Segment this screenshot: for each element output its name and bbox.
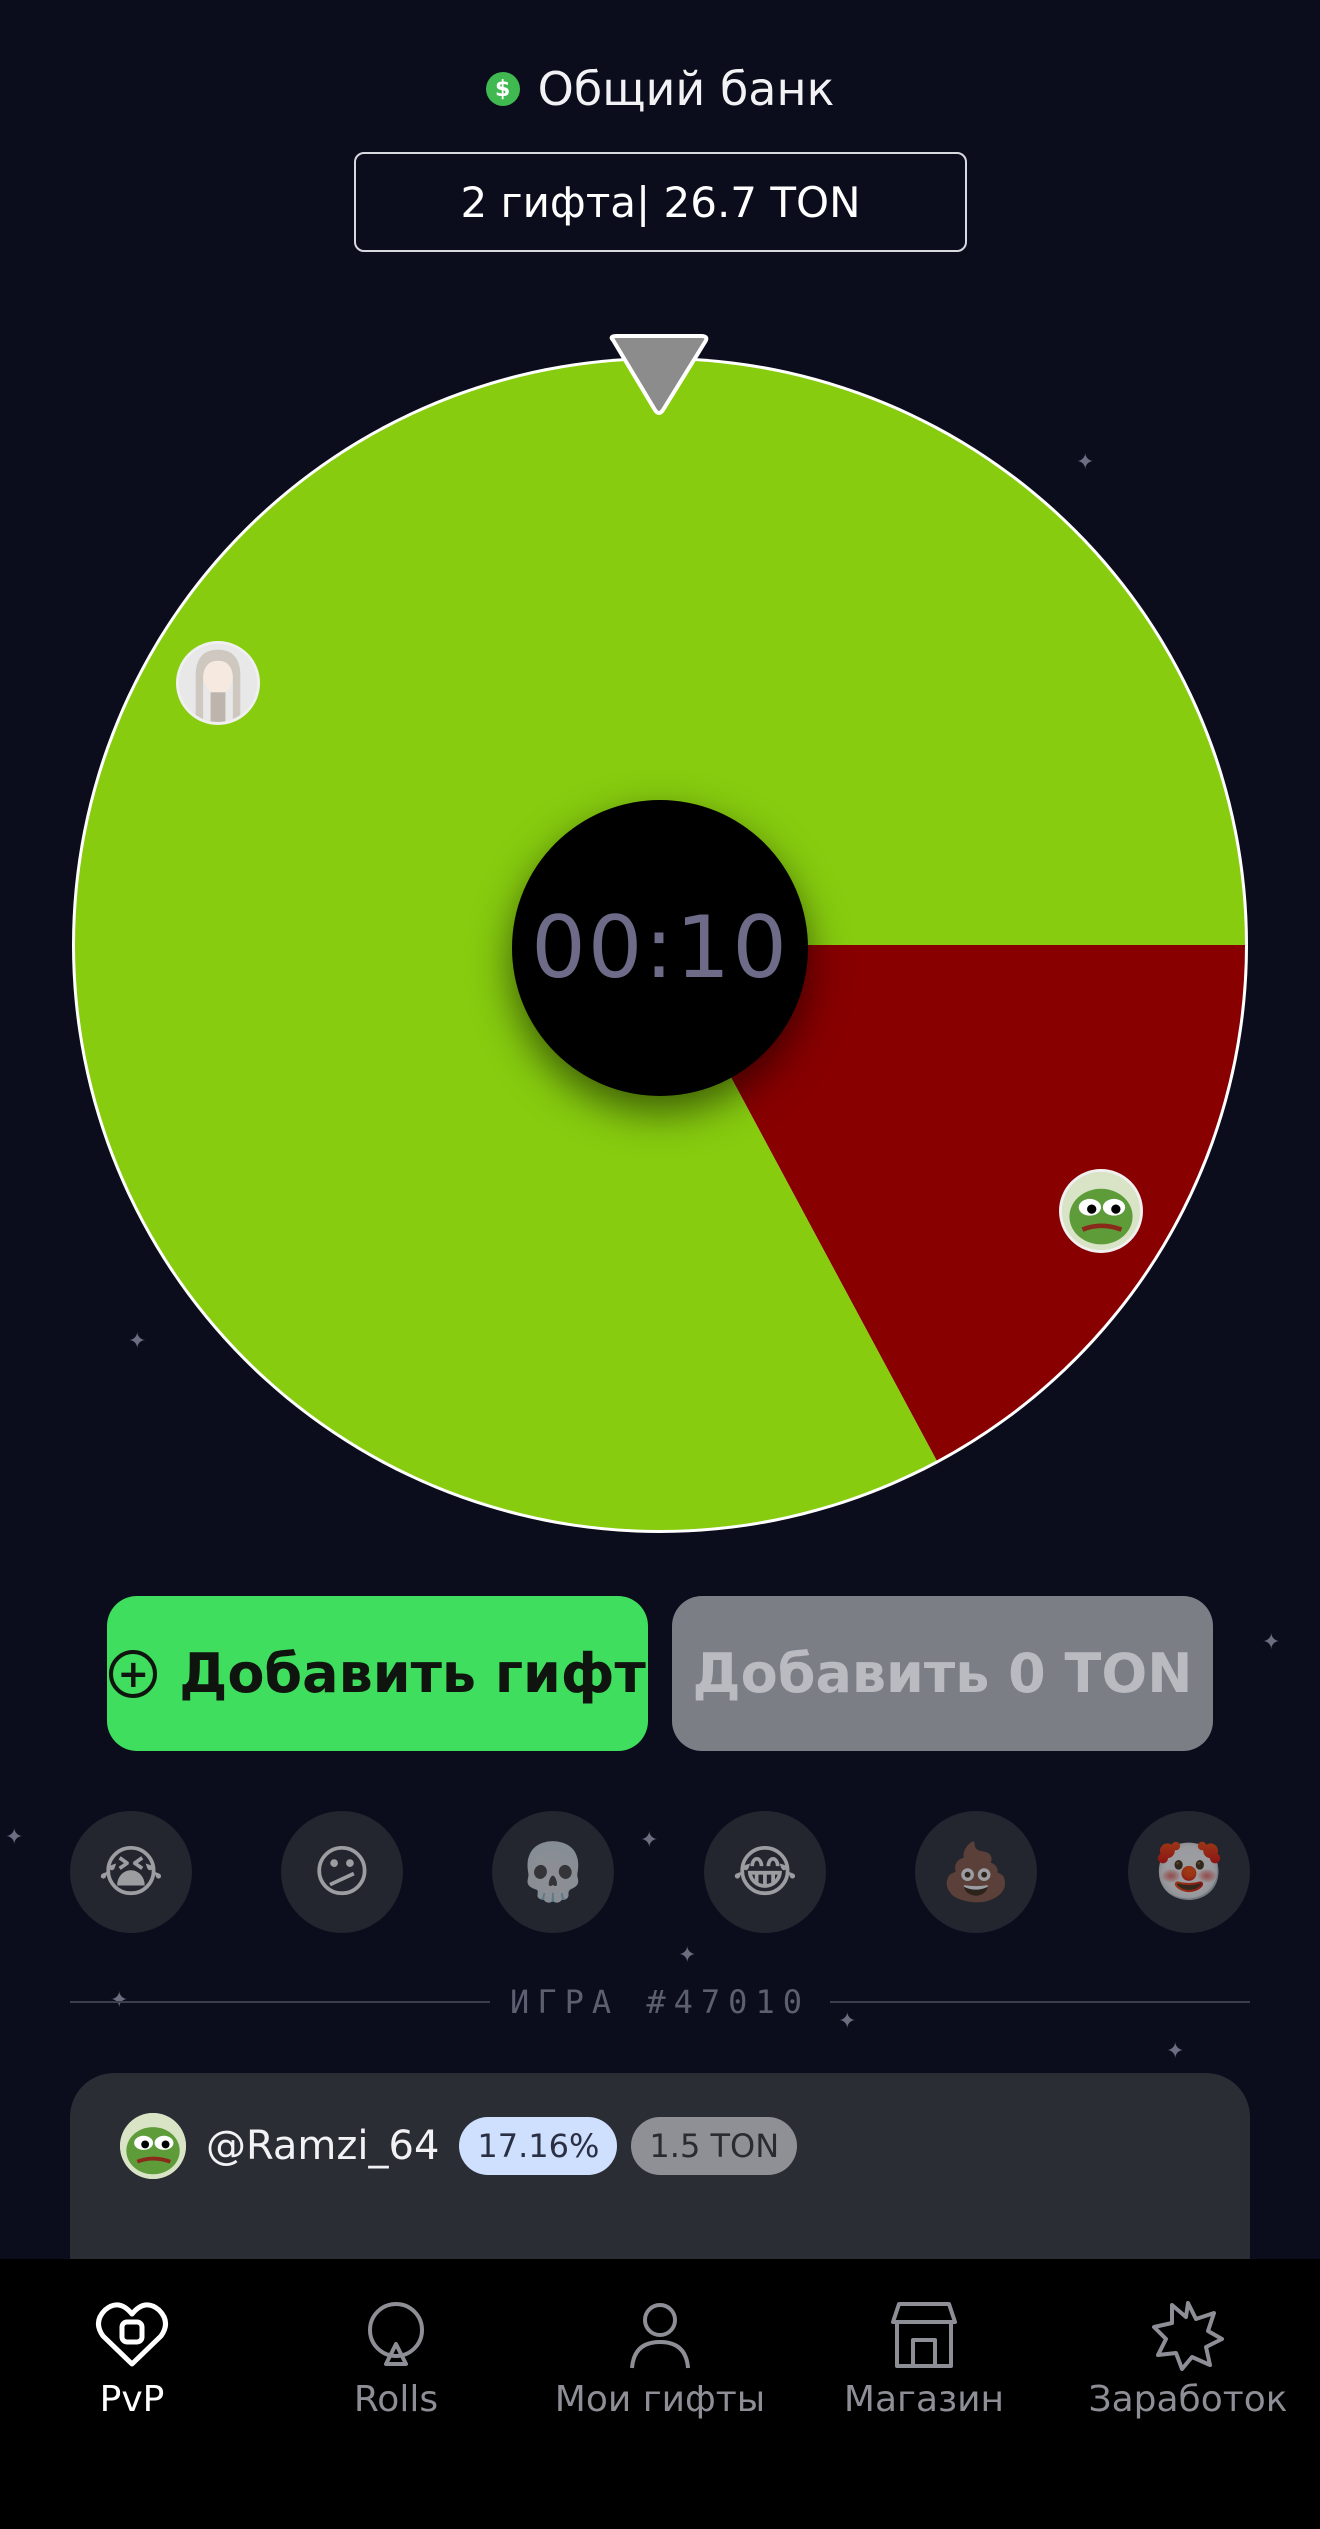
reaction-crying-button[interactable]: 😭 bbox=[70, 1811, 192, 1933]
player-name: @Ramzi_64 bbox=[206, 2123, 440, 2169]
bottom-nav: PvP Rolls Мои гифты Магазин Заработок bbox=[0, 2259, 1320, 2529]
nav-item-my-gifts[interactable]: Мои гифты bbox=[528, 2259, 792, 2529]
reaction-confused-button[interactable]: 😕 bbox=[281, 1811, 403, 1933]
nav-label: PvP bbox=[99, 2379, 165, 2420]
nav-label: Мои гифты bbox=[554, 2379, 766, 2420]
laughing-emoji-icon: 😂 bbox=[732, 1839, 798, 1905]
nav-label: Rolls bbox=[353, 2379, 439, 2420]
nav-label: Заработок bbox=[1088, 2379, 1288, 2420]
sparkle-icon: ✦ bbox=[1262, 1630, 1281, 1655]
shop-icon bbox=[884, 2297, 964, 2373]
reaction-laughing-button[interactable]: 😂 bbox=[704, 1811, 826, 1933]
win-chance-badge: 17.16% bbox=[459, 2117, 618, 2175]
bank-summary: 2 гифта| 26.7 TON bbox=[354, 152, 967, 252]
reaction-poop-button[interactable]: 💩 bbox=[915, 1811, 1037, 1933]
nav-item-pvp[interactable]: PvP bbox=[0, 2259, 264, 2529]
star-badge-icon bbox=[1148, 2297, 1228, 2373]
round-timer: 00:10 bbox=[512, 800, 808, 1096]
sparkle-icon: ✦ bbox=[1166, 2039, 1185, 2064]
reaction-row: 😭 😕 💀 😂 💩 🤡 bbox=[70, 1811, 1250, 1933]
person-icon bbox=[620, 2297, 700, 2373]
player-avatar-girl bbox=[176, 641, 260, 725]
player-row[interactable]: @Ramzi_64 17.16% 1.5 TON bbox=[120, 2113, 798, 2179]
add-ton-button[interactable]: Добавить 0 TON bbox=[672, 1596, 1213, 1751]
confused-emoji-icon: 😕 bbox=[312, 1839, 372, 1905]
reaction-skull-button[interactable]: 💀 bbox=[492, 1811, 614, 1933]
add-ton-label: Добавить 0 TON bbox=[692, 1642, 1193, 1705]
sparkle-icon: ✦ bbox=[5, 1825, 24, 1850]
add-gift-label: Добавить гифт bbox=[179, 1642, 646, 1705]
heart-icon bbox=[92, 2297, 172, 2373]
bank-title: Общий банк bbox=[537, 62, 835, 116]
nav-item-earnings[interactable]: Заработок bbox=[1056, 2259, 1320, 2529]
nav-item-shop[interactable]: Магазин bbox=[792, 2259, 1056, 2529]
roulette-icon bbox=[356, 2297, 436, 2373]
poop-emoji-icon: 💩 bbox=[941, 1840, 1011, 1905]
divider-line bbox=[70, 2001, 491, 2003]
reaction-clown-button[interactable]: 🤡 bbox=[1128, 1811, 1250, 1933]
wheel-pointer-icon bbox=[609, 334, 709, 415]
divider-line bbox=[829, 2001, 1251, 2003]
add-gift-button[interactable]: + Добавить гифт bbox=[107, 1596, 648, 1751]
bank-header: $ Общий банк bbox=[0, 62, 1320, 116]
clown-emoji-icon: 🤡 bbox=[1154, 1840, 1224, 1905]
player-avatar bbox=[120, 2113, 186, 2179]
dollar-icon: $ bbox=[485, 72, 520, 106]
plus-circle-icon: + bbox=[109, 1649, 158, 1698]
bet-amount-badge: 1.5 TON bbox=[631, 2117, 798, 2175]
sparkle-icon: ✦ bbox=[678, 1943, 697, 1968]
skull-emoji-icon: 💀 bbox=[518, 1840, 588, 1905]
player-avatar-pepe bbox=[1059, 1169, 1143, 1253]
nav-item-rolls[interactable]: Rolls bbox=[264, 2259, 528, 2529]
game-divider: ИГРА #47010 bbox=[70, 1980, 1251, 2024]
crying-emoji-icon: 😭 bbox=[98, 1839, 164, 1905]
nav-label: Магазин bbox=[843, 2379, 1005, 2420]
game-number: ИГРА #47010 bbox=[510, 1983, 810, 2021]
